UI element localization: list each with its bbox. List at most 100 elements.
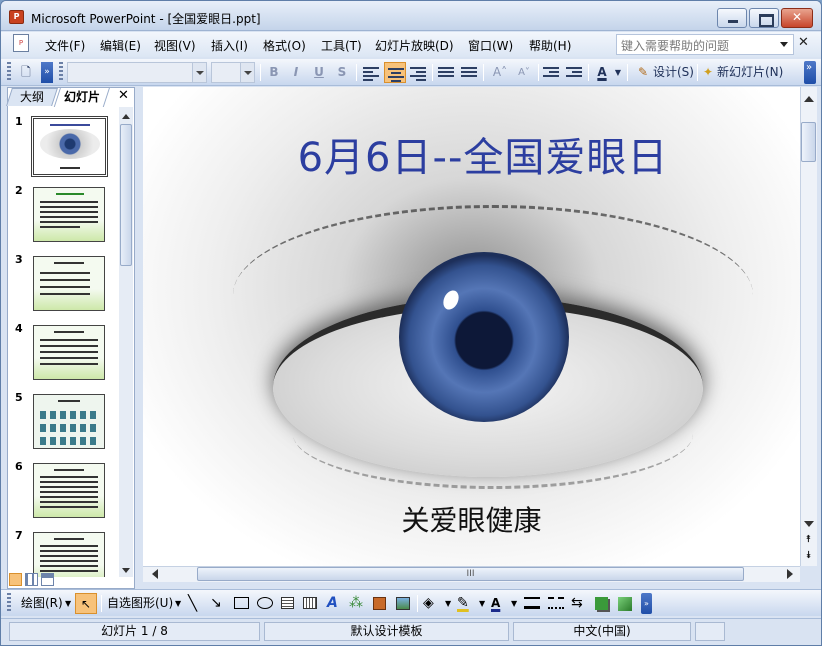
vertical-textbox-icon[interactable] xyxy=(303,597,317,609)
align-right-icon[interactable] xyxy=(410,65,426,81)
scroll-left-arrow-icon[interactable] xyxy=(147,569,158,579)
autoshapes-arrow-icon[interactable]: ▼ xyxy=(175,593,181,614)
menu-view[interactable]: 视图(V) xyxy=(154,37,196,54)
oval-tool-icon[interactable] xyxy=(257,597,273,609)
minimize-button[interactable] xyxy=(717,8,747,28)
slide-thumbnail-row[interactable]: 1 xyxy=(7,113,119,177)
slide-thumbnail-row[interactable]: 5 xyxy=(7,389,119,449)
font-color-icon[interactable]: A xyxy=(491,593,500,614)
slide-thumbnail-row[interactable]: 3 xyxy=(7,251,119,311)
3d-style-icon[interactable] xyxy=(618,597,632,611)
decrease-indent-icon[interactable] xyxy=(543,65,559,79)
menu-window[interactable]: 窗口(W) xyxy=(468,37,513,54)
font-name-combo[interactable] xyxy=(67,62,207,83)
align-center-button[interactable] xyxy=(384,62,406,83)
tab-slides[interactable]: 幻灯片 xyxy=(53,87,111,107)
textbox-tool-icon[interactable] xyxy=(281,597,294,609)
shadow-style-icon[interactable] xyxy=(595,597,608,610)
previous-slide-button[interactable]: ⯭ xyxy=(800,534,817,547)
menu-edit[interactable]: 编辑(E) xyxy=(100,37,141,54)
help-dropdown-arrow-icon[interactable] xyxy=(778,38,790,50)
decrease-font-size-button[interactable]: A˅ xyxy=(513,62,535,83)
toolbar-grip[interactable] xyxy=(7,62,11,82)
design-button[interactable]: 设计(S) xyxy=(653,62,697,83)
font-size-combo[interactable] xyxy=(211,62,255,83)
scroll-up-arrow-icon[interactable] xyxy=(804,91,814,102)
slide-thumbnail-4[interactable] xyxy=(33,325,105,380)
next-slide-button[interactable]: ⯯ xyxy=(800,550,817,563)
arrow-tool-icon[interactable]: ↘ xyxy=(210,593,222,614)
close-pane-button[interactable]: ✕ xyxy=(118,88,129,103)
dash-style-icon[interactable] xyxy=(548,597,564,609)
diagram-icon[interactable]: ⁂ xyxy=(349,593,363,614)
bullets-icon[interactable] xyxy=(461,65,477,79)
powerpoint-app-icon[interactable]: P xyxy=(9,10,24,24)
slide-thumbnail-row[interactable]: 2 xyxy=(7,182,119,242)
scroll-down-arrow-icon[interactable] xyxy=(804,521,814,532)
menu-help[interactable]: 帮助(H) xyxy=(529,37,571,54)
fill-color-arrow-icon[interactable]: ▼ xyxy=(445,593,451,614)
font-color-arrow-icon[interactable]: ▼ xyxy=(511,593,517,614)
menu-insert[interactable]: 插入(I) xyxy=(211,37,248,54)
underline-button[interactable]: U xyxy=(310,62,328,83)
numbering-icon[interactable] xyxy=(438,65,454,79)
slide-sorter-view-icon[interactable] xyxy=(25,573,38,586)
slide-thumbnail-5[interactable] xyxy=(33,394,105,449)
select-objects-button[interactable]: ↖ xyxy=(75,593,97,614)
menu-file[interactable]: 文件(F) xyxy=(45,37,85,54)
horizontal-scroll-thumb[interactable]: III xyxy=(197,567,744,581)
arrow-style-icon[interactable]: ⇆ xyxy=(571,593,583,614)
slide-thumbnail-2[interactable] xyxy=(33,187,105,242)
slide-thumbnail-3[interactable] xyxy=(33,256,105,311)
font-color-button[interactable]: A xyxy=(593,62,611,83)
toolbar-overflow-button[interactable] xyxy=(804,61,816,84)
rectangle-tool-icon[interactable] xyxy=(234,597,249,609)
scroll-up-icon[interactable] xyxy=(119,107,133,121)
line-color-icon[interactable]: ✎ xyxy=(457,593,469,614)
slide-subtitle[interactable]: 关爱眼健康 xyxy=(143,499,800,539)
draw-menu-button[interactable]: 绘图(R) xyxy=(21,593,63,614)
toolbar-grip[interactable] xyxy=(7,593,11,613)
autoshapes-button[interactable]: 自选图形(U) xyxy=(107,593,173,614)
help-search-input[interactable]: 键入需要帮助的问题 xyxy=(616,34,794,55)
new-slide-button[interactable]: 新幻灯片(N) xyxy=(717,62,789,83)
maximize-button[interactable] xyxy=(749,8,779,28)
line-tool-icon[interactable]: ╲ xyxy=(188,593,197,614)
menu-slideshow[interactable]: 幻灯片放映(D) xyxy=(375,37,454,54)
new-document-icon[interactable]: 🗋 xyxy=(15,62,37,83)
slide-editing-area[interactable]: 6月6日--全国爱眼日 关爱眼健康 xyxy=(143,87,800,566)
chevron-down-icon[interactable] xyxy=(240,63,254,82)
close-window-button[interactable] xyxy=(781,8,813,28)
slide-thumbnail-row[interactable]: 7 xyxy=(7,527,119,577)
slide-title[interactable]: 6月6日--全国爱眼日 xyxy=(143,125,800,183)
document-menu-icon[interactable]: P xyxy=(13,34,29,52)
wordart-icon[interactable]: A xyxy=(327,593,338,614)
chevron-down-icon[interactable] xyxy=(192,63,206,82)
slide-thumbnail-6[interactable] xyxy=(33,463,105,518)
normal-view-icon[interactable] xyxy=(9,573,22,586)
align-left-icon[interactable] xyxy=(363,65,379,81)
toolbar-options-icon[interactable]: » xyxy=(641,593,652,614)
slide-thumbnail-1[interactable] xyxy=(31,116,108,177)
close-document-button[interactable]: ✕ xyxy=(798,35,809,50)
line-color-arrow-icon[interactable]: ▼ xyxy=(479,593,485,614)
slide-thumbnail-row[interactable]: 4 xyxy=(7,320,119,380)
bold-button[interactable]: B xyxy=(265,62,283,83)
insert-picture-icon[interactable] xyxy=(396,597,410,610)
current-slide[interactable]: 6月6日--全国爱眼日 关爱眼健康 xyxy=(143,87,800,566)
tab-outline[interactable]: 大纲 xyxy=(6,88,58,106)
slide-thumbnail-7[interactable] xyxy=(33,532,105,577)
slideshow-view-icon[interactable] xyxy=(41,573,54,586)
shadow-button[interactable]: S xyxy=(333,62,351,83)
toolbar-options-icon[interactable]: » xyxy=(41,62,53,83)
toolbar-grip-2[interactable] xyxy=(59,62,63,82)
draw-menu-arrow-icon[interactable]: ▼ xyxy=(65,593,71,614)
scroll-right-arrow-icon[interactable] xyxy=(787,569,798,579)
font-color-dropdown-icon[interactable]: ▼ xyxy=(613,62,623,83)
italic-button[interactable]: I xyxy=(287,62,305,83)
slides-pane-scroll-thumb[interactable] xyxy=(120,124,132,266)
slide-thumbnail-row[interactable]: 6 xyxy=(7,458,119,518)
scroll-down-icon[interactable] xyxy=(119,563,133,577)
fill-color-icon[interactable]: ◈ xyxy=(423,593,434,614)
clip-art-icon[interactable] xyxy=(373,597,386,610)
